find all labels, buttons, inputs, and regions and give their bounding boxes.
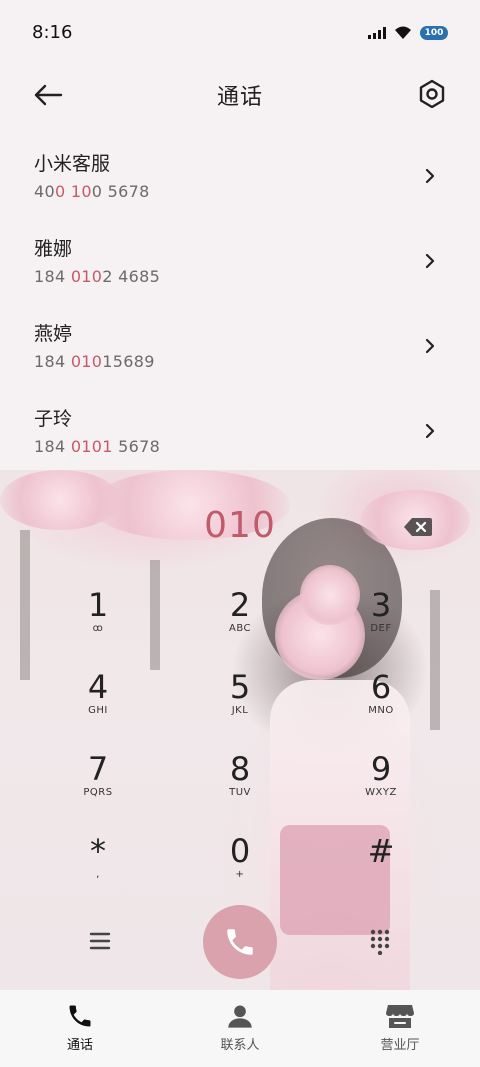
chevron-right-icon [425, 423, 435, 439]
key-6[interactable]: 6 MNO [321, 667, 441, 737]
contact-name: 小米客服 [34, 153, 111, 175]
key-0[interactable]: 0 + [180, 831, 300, 901]
key-2[interactable]: 2 ABC [180, 585, 300, 655]
contact-number: 400 100 5678 [34, 182, 150, 201]
call-button[interactable] [203, 905, 277, 979]
signal-icon [368, 27, 386, 39]
phone-icon [69, 1005, 91, 1027]
backspace-icon[interactable] [403, 516, 433, 538]
chevron-right-icon [425, 253, 435, 269]
contact-row[interactable]: 子玲 184 0101 5678 [0, 390, 480, 475]
contact-number: 184 0102 4685 [34, 267, 161, 286]
dialer-actions [0, 905, 480, 980]
page-title: 通话 [216, 85, 263, 110]
tab-label: 通话 [66, 1038, 93, 1053]
tab-calls[interactable]: 通话 [0, 990, 160, 1067]
status-icons: 100 [368, 26, 448, 40]
tab-contacts[interactable]: 联系人 [160, 990, 320, 1067]
key-1[interactable]: 1ꝏ [38, 585, 158, 655]
tab-label: 联系人 [220, 1038, 260, 1053]
tab-store[interactable]: 营业厅 [320, 990, 480, 1067]
contact-number: 184 0101 5678 [34, 437, 161, 456]
key-4[interactable]: 4 GHI [38, 667, 158, 737]
key-hash[interactable]: # [321, 831, 441, 901]
key-7[interactable]: 7 PQRS [38, 749, 158, 819]
key-8[interactable]: 8 TUV [180, 749, 300, 819]
store-icon [386, 1005, 414, 1028]
tab-label: 营业厅 [380, 1038, 420, 1053]
chevron-right-icon [425, 168, 435, 184]
wifi-icon [395, 26, 411, 39]
chevron-right-icon [425, 338, 435, 354]
bottom-tab-bar: 通话 联系人 营业厅 [0, 990, 480, 1067]
person-icon [228, 1005, 252, 1028]
battery-icon: 100 [420, 26, 448, 40]
contact-suggestion-list: 小米客服 400 100 5678 雅娜 184 0102 4685 燕婷 18… [0, 135, 480, 475]
contact-name: 子玲 [34, 408, 73, 430]
status-bar: 8:16 100 [0, 0, 480, 64]
voicemail-icon: ꝏ [92, 623, 104, 634]
settings-hexagon-icon[interactable] [416, 78, 448, 110]
key-3[interactable]: 3 DEF [321, 585, 441, 655]
contact-row[interactable]: 小米客服 400 100 5678 [0, 135, 480, 220]
key-5[interactable]: 5 JKL [180, 667, 300, 737]
contact-row[interactable]: 雅娜 184 0102 4685 [0, 220, 480, 305]
header: 通话 [0, 70, 480, 120]
keypad-grid-icon[interactable] [370, 929, 390, 955]
contact-name: 燕婷 [34, 323, 73, 345]
phone-icon [227, 929, 253, 955]
back-arrow-icon[interactable] [32, 80, 64, 110]
contact-name: 雅娜 [34, 238, 73, 260]
contact-number: 184 01015689 [34, 352, 155, 371]
status-time: 8:16 [32, 22, 73, 43]
key-9[interactable]: 9 WXYZ [321, 749, 441, 819]
key-star[interactable]: *, [38, 831, 158, 901]
menu-icon[interactable] [89, 931, 111, 951]
contact-row[interactable]: 燕婷 184 01015689 [0, 305, 480, 390]
